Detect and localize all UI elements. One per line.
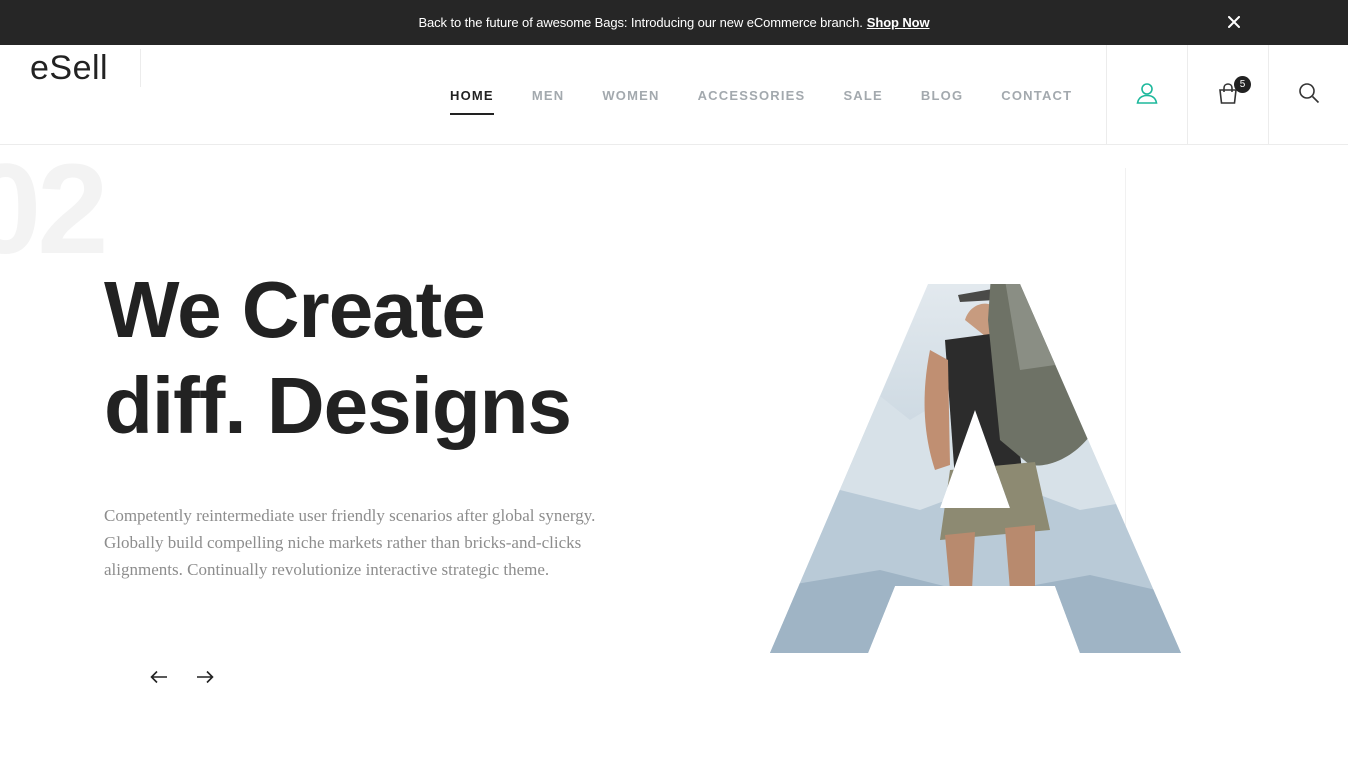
nav-item-home[interactable]: HOME	[450, 45, 494, 145]
search-button[interactable]	[1268, 45, 1348, 145]
search-icon	[1297, 81, 1321, 110]
cart-button[interactable]: 5	[1187, 45, 1268, 145]
nav-item-accessories[interactable]: ACCESSORIES	[698, 45, 806, 145]
nav-item-women[interactable]: WOMEN	[602, 45, 659, 145]
hero-image	[770, 284, 1181, 653]
site-header: eSell HOME MEN WOMEN ACCESSORIES SALE BL…	[0, 45, 1348, 145]
logo[interactable]: eSell	[30, 49, 142, 87]
hero-description: Competently reintermediate user friendly…	[104, 506, 596, 579]
hero-title: We Create diff. Designs	[104, 262, 664, 454]
hero-title-line2: diff. Designs	[104, 361, 572, 450]
arrow-left-icon[interactable]	[148, 666, 170, 688]
hero-title-line1: We Create	[104, 265, 486, 354]
slider-controls	[148, 666, 216, 688]
shop-now-link[interactable]: Shop Now	[867, 15, 930, 30]
nav-item-contact[interactable]: CONTACT	[1001, 45, 1072, 145]
arrow-right-icon[interactable]	[194, 666, 216, 688]
cart-count-badge: 5	[1234, 76, 1251, 93]
main-nav: HOME MEN WOMEN ACCESSORIES SALE BLOG CON…	[450, 45, 1110, 145]
user-icon	[1135, 81, 1159, 110]
slide-number: 02	[0, 138, 108, 281]
announcement-bar: Back to the future of awesome Bags: Intr…	[0, 0, 1348, 45]
announcement-text: Back to the future of awesome Bags: Intr…	[418, 15, 863, 30]
account-button[interactable]	[1106, 45, 1187, 145]
nav-item-blog[interactable]: BLOG	[921, 45, 963, 145]
nav-item-men[interactable]: MEN	[532, 45, 565, 145]
close-icon[interactable]	[1224, 12, 1244, 32]
nav-item-sale[interactable]: SALE	[843, 45, 882, 145]
